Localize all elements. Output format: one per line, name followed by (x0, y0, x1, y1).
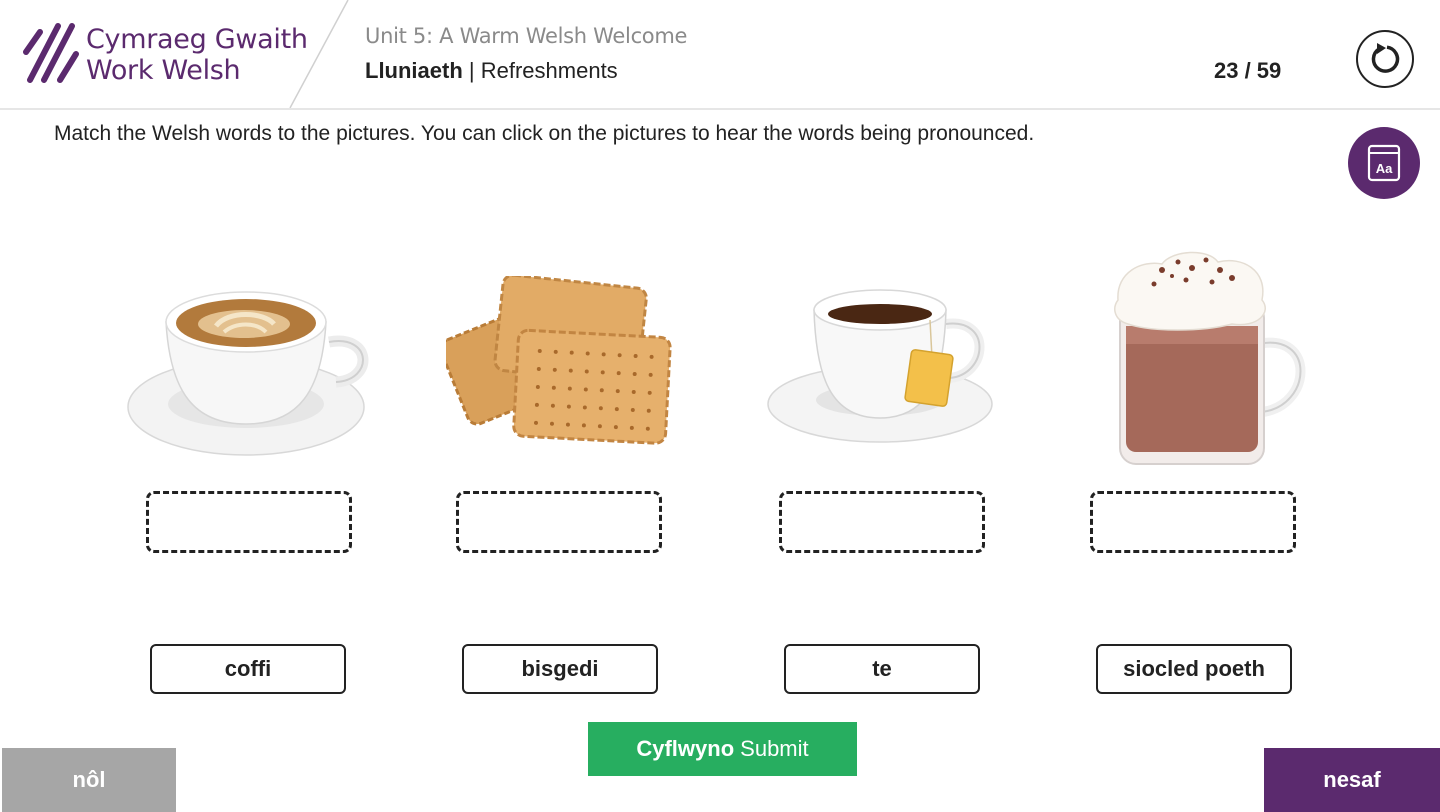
word-tile-bisgedi[interactable]: bisgedi (462, 644, 658, 694)
word-tile-te[interactable]: te (784, 644, 980, 694)
cymraeg-gwaith-logo: Cymraeg Gwaith Work Welsh (22, 14, 312, 88)
lesson-title: Lluniaeth | Refreshments (365, 58, 618, 84)
word-tile-siocled-poeth[interactable]: siocled poeth (1096, 644, 1292, 694)
next-button[interactable]: nesaf (1264, 748, 1440, 812)
instruction-text: Match the Welsh words to the pictures. Y… (54, 122, 1035, 145)
lesson-title-welsh: Lluniaeth (365, 58, 463, 83)
back-button[interactable]: nôl (2, 748, 176, 812)
lesson-title-english: Refreshments (480, 58, 618, 83)
logo-stripes-icon (23, 23, 79, 83)
tea-cup-image[interactable] (766, 286, 998, 448)
page-counter: 23 / 59 (1214, 58, 1282, 83)
coffee-cup-image[interactable] (124, 282, 374, 462)
brand-line-2: Work Welsh (86, 55, 241, 86)
drop-zone-3[interactable] (779, 491, 985, 553)
submit-label-english: Submit (740, 736, 809, 761)
biscuits-image[interactable] (446, 276, 676, 456)
svg-text:Aa: Aa (1376, 161, 1393, 176)
submit-button[interactable]: Cyflwyno Submit (588, 722, 857, 776)
header-bar: Cymraeg Gwaith Work Welsh Unit 5: A Warm… (0, 0, 1440, 110)
header-divider (289, 0, 349, 108)
brand-line-1: Cymraeg Gwaith (86, 24, 308, 55)
reset-icon (1371, 43, 1400, 73)
drop-zone-1[interactable] (146, 491, 352, 553)
unit-title: Unit 5: A Warm Welsh Welcome (365, 24, 688, 48)
font-size-icon: Aa (1367, 144, 1401, 182)
reset-button[interactable] (1356, 30, 1414, 88)
lesson-title-separator: | (462, 58, 481, 83)
drop-zone-4[interactable] (1090, 491, 1296, 553)
word-tile-coffi[interactable]: coffi (150, 644, 346, 694)
submit-label-welsh: Cyflwyno (636, 736, 735, 761)
hot-chocolate-image[interactable] (1112, 248, 1308, 470)
drop-zone-2[interactable] (456, 491, 662, 553)
font-size-button[interactable]: Aa (1348, 127, 1420, 199)
